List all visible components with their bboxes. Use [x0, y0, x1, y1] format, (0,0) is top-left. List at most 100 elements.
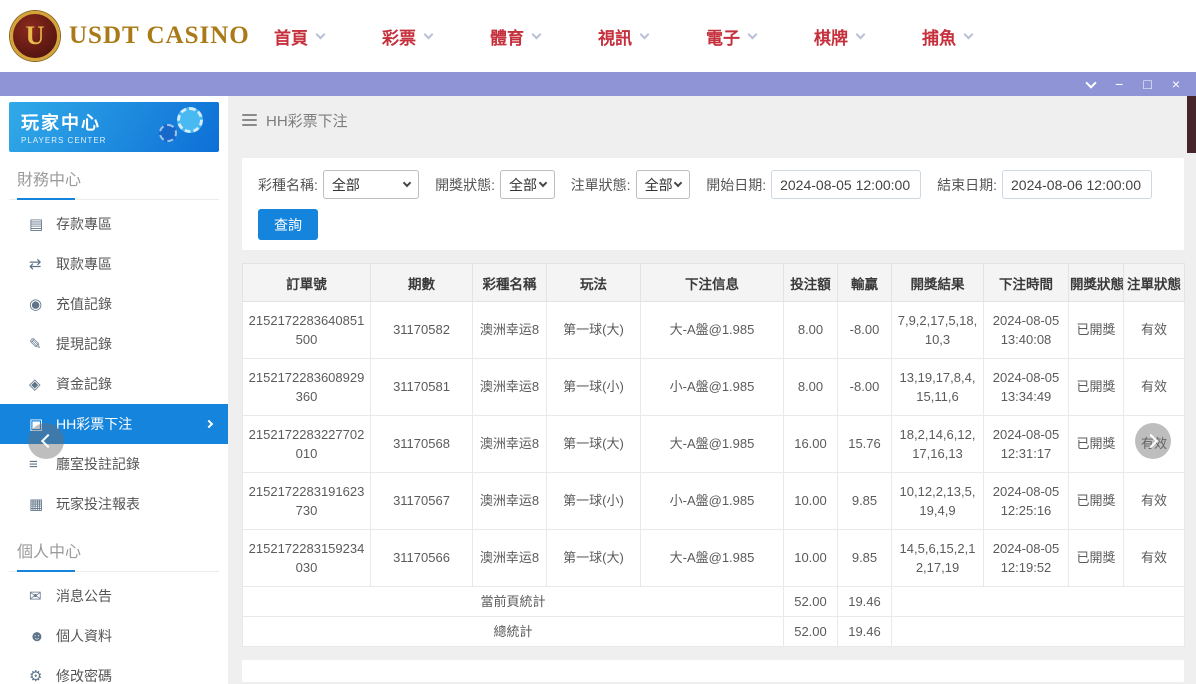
table-body: 215217228364085150031170582澳洲幸运8第一球(大)大-…	[243, 302, 1185, 647]
cell-bet-time: 2024-08-05 12:25:16	[984, 473, 1069, 530]
nav-item-1[interactable]: 首頁	[274, 24, 324, 49]
cell-bet-info: 大-A盤@1.985	[641, 302, 784, 359]
cell-draw-status: 已開獎	[1069, 416, 1124, 473]
order-status-select[interactable]: 全部	[636, 170, 691, 199]
password-icon: ⚙	[29, 667, 56, 684]
cell-draw-result: 13,19,17,8,4,15,11,6	[892, 359, 984, 416]
player-center-header: 玩家中心 PLAYERS CENTER	[9, 102, 219, 152]
summary-bet-total: 52.00	[784, 587, 838, 617]
bet-records-table: 訂單號期數彩種名稱玩法下注信息投注額輸贏開獎結果下注時間開獎狀態注單狀態 215…	[242, 263, 1184, 647]
summary-label: 總統計	[243, 617, 784, 647]
cell-draw-result: 14,5,6,15,2,12,17,19	[892, 530, 984, 587]
search-button[interactable]: 查詢	[258, 209, 318, 240]
cell-play-type: 第一球(小)	[547, 359, 641, 416]
cell-bet-amount: 10.00	[784, 530, 838, 587]
window-title-bar: − □ ×	[0, 72, 1196, 96]
chevron-down-icon	[538, 179, 546, 187]
maximize-button[interactable]: □	[1143, 77, 1151, 91]
sidebar-item-funds-record[interactable]: ◈資金記錄	[9, 364, 219, 404]
cell-order-status: 有效	[1124, 302, 1185, 359]
expand-panel-button[interactable]	[1135, 423, 1171, 459]
close-button[interactable]: ×	[1172, 77, 1180, 91]
cell-period: 31170568	[371, 416, 473, 473]
sidebar-item-withdrawal-record[interactable]: ✎提現記錄	[9, 324, 219, 364]
order-status-value: 全部	[645, 175, 673, 195]
cell-order-status: 有效	[1124, 359, 1185, 416]
table-row: 215217228360892936031170581澳洲幸运8第一球(小)小-…	[243, 359, 1185, 416]
sidebar-item-label: 消息公告	[56, 586, 112, 606]
start-date-label: 開始日期:	[706, 175, 766, 195]
cell-draw-status: 已開獎	[1069, 359, 1124, 416]
poker-chip-icon	[159, 124, 177, 142]
nav-item-label: 彩票	[382, 24, 416, 49]
table-row: 215217228315923403031170566澳洲幸运8第一球(大)大-…	[243, 530, 1185, 587]
withdrawal-record-icon: ✎	[29, 335, 56, 353]
logo[interactable]: U USDT CASINO	[10, 11, 245, 61]
cell-play-type: 第一球(大)	[547, 416, 641, 473]
nav-item-6[interactable]: 棋牌	[814, 24, 864, 49]
lottery-name-select[interactable]: 全部	[323, 170, 419, 199]
column-header-draw-result: 開獎結果	[892, 264, 984, 302]
cell-bet-info: 大-A盤@1.985	[641, 416, 784, 473]
cell-bet-amount: 8.00	[784, 302, 838, 359]
table-row: 215217228322770201031170568澳洲幸运8第一球(大)大-…	[243, 416, 1185, 473]
summary-win-loss-total: 19.46	[838, 617, 892, 647]
column-header-lottery-name: 彩種名稱	[473, 264, 547, 302]
cell-period: 31170582	[371, 302, 473, 359]
chevron-down-icon	[674, 179, 682, 187]
chevron-down-icon	[403, 179, 411, 187]
column-header-bet-time: 下注時間	[984, 264, 1069, 302]
withdraw-icon: ⇄	[29, 255, 56, 273]
sidebar-item-label: 資金記錄	[56, 374, 112, 394]
sidebar: 玩家中心 PLAYERS CENTER 財務中心▤存款專區⇄取款專區◉充值記錄✎…	[0, 96, 228, 684]
end-date-input[interactable]	[1002, 170, 1152, 199]
nav-item-7[interactable]: 捕魚	[922, 24, 972, 49]
sidebar-item-recharge-record[interactable]: ◉充值記錄	[9, 284, 219, 324]
cell-draw-status: 已開獎	[1069, 302, 1124, 359]
cell-period: 31170567	[371, 473, 473, 530]
column-header-bet-info: 下注信息	[641, 264, 784, 302]
collapse-button[interactable]	[1087, 82, 1095, 87]
cell-draw-result: 10,12,2,13,5,19,4,9	[892, 473, 984, 530]
funds-record-icon: ◈	[29, 375, 56, 393]
nav-item-4[interactable]: 視訊	[598, 24, 648, 49]
collapse-sidebar-button[interactable]	[28, 423, 64, 459]
nav-item-2[interactable]: 彩票	[382, 24, 432, 49]
cell-win-loss: 9.85	[838, 530, 892, 587]
recharge-record-icon: ◉	[29, 295, 56, 313]
next-panel	[242, 660, 1184, 682]
column-header-order-status: 注單狀態	[1124, 264, 1185, 302]
cell-play-type: 第一球(大)	[547, 530, 641, 587]
draw-status-select[interactable]: 全部	[500, 170, 555, 199]
sidebar-item-bet-report[interactable]: ▦玩家投注報表	[9, 484, 219, 524]
sidebar-item-deposit[interactable]: ▤存款專區	[9, 204, 219, 244]
cell-win-loss: 15.76	[838, 416, 892, 473]
sidebar-item-password[interactable]: ⚙修改密碼	[9, 656, 219, 684]
chevron-down-icon	[424, 29, 434, 39]
sidebar-item-label: 取款專區	[56, 254, 112, 274]
summary-label: 當前頁統計	[243, 587, 784, 617]
sidebar-section-title: 個人中心	[9, 524, 219, 572]
start-date-input[interactable]	[771, 170, 921, 199]
sidebar-item-profile[interactable]: ☻個人資料	[9, 616, 219, 656]
chevron-down-icon	[1085, 77, 1096, 88]
cell-play-type: 第一球(小)	[547, 473, 641, 530]
sidebar-item-withdraw[interactable]: ⇄取款專區	[9, 244, 219, 284]
cell-bet-time: 2024-08-05 13:40:08	[984, 302, 1069, 359]
sidebar-item-announcement[interactable]: ✉消息公告	[9, 576, 219, 616]
end-date-label: 結束日期:	[937, 175, 997, 195]
minimize-button[interactable]: −	[1115, 77, 1123, 91]
nav-item-5[interactable]: 電子	[706, 24, 756, 49]
nav-item-3[interactable]: 體育	[490, 24, 540, 49]
cell-win-loss: -8.00	[838, 302, 892, 359]
sidebar-menu: 財務中心▤存款專區⇄取款專區◉充值記錄✎提現記錄◈資金記錄▣HH彩票下注≡廳室投…	[9, 152, 219, 684]
cell-draw-result: 18,2,14,6,12,17,16,13	[892, 416, 984, 473]
cell-period: 31170581	[371, 359, 473, 416]
content-area: 玩家中心 PLAYERS CENTER 財務中心▤存款專區⇄取款專區◉充值記錄✎…	[0, 96, 1196, 684]
chevron-down-icon	[748, 29, 758, 39]
menu-toggle-icon[interactable]	[242, 114, 257, 126]
chevron-down-icon	[856, 29, 866, 39]
sidebar-item-label: 玩家投注報表	[56, 494, 140, 514]
cell-order-status: 有效	[1124, 473, 1185, 530]
scrollbar-thumb[interactable]	[1187, 96, 1196, 153]
